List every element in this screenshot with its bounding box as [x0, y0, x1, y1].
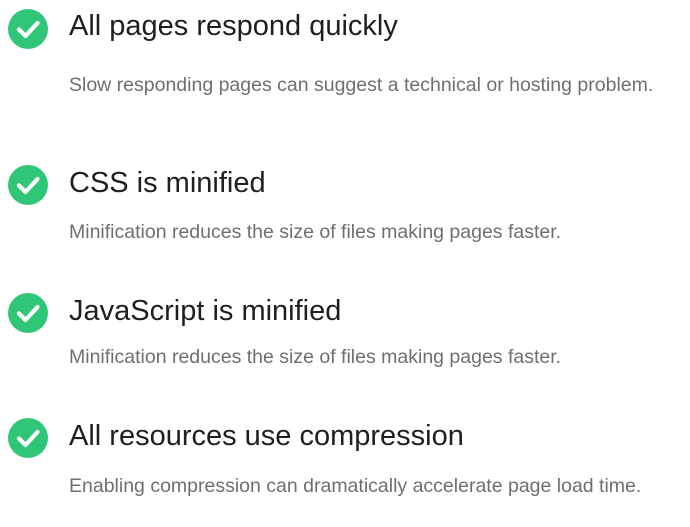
check-item-description: Minification reduces the size of files m…: [69, 221, 562, 243]
check-circle-icon: [8, 165, 48, 205]
check-item-title: All pages respond quickly: [69, 10, 398, 42]
check-item-description: Enabling compression can dramatically ac…: [69, 475, 642, 497]
check-circle-icon: [8, 293, 48, 333]
check-item-description: Minification reduces the size of files m…: [69, 346, 562, 368]
check-item-title: All resources use compression: [69, 420, 464, 452]
check-item-description: Slow responding pages can suggest a tech…: [69, 74, 654, 96]
check-item-title: CSS is minified: [69, 167, 266, 199]
check-circle-icon: [8, 418, 48, 458]
check-circle-icon: [8, 9, 48, 49]
check-item-title: JavaScript is minified: [69, 295, 342, 327]
